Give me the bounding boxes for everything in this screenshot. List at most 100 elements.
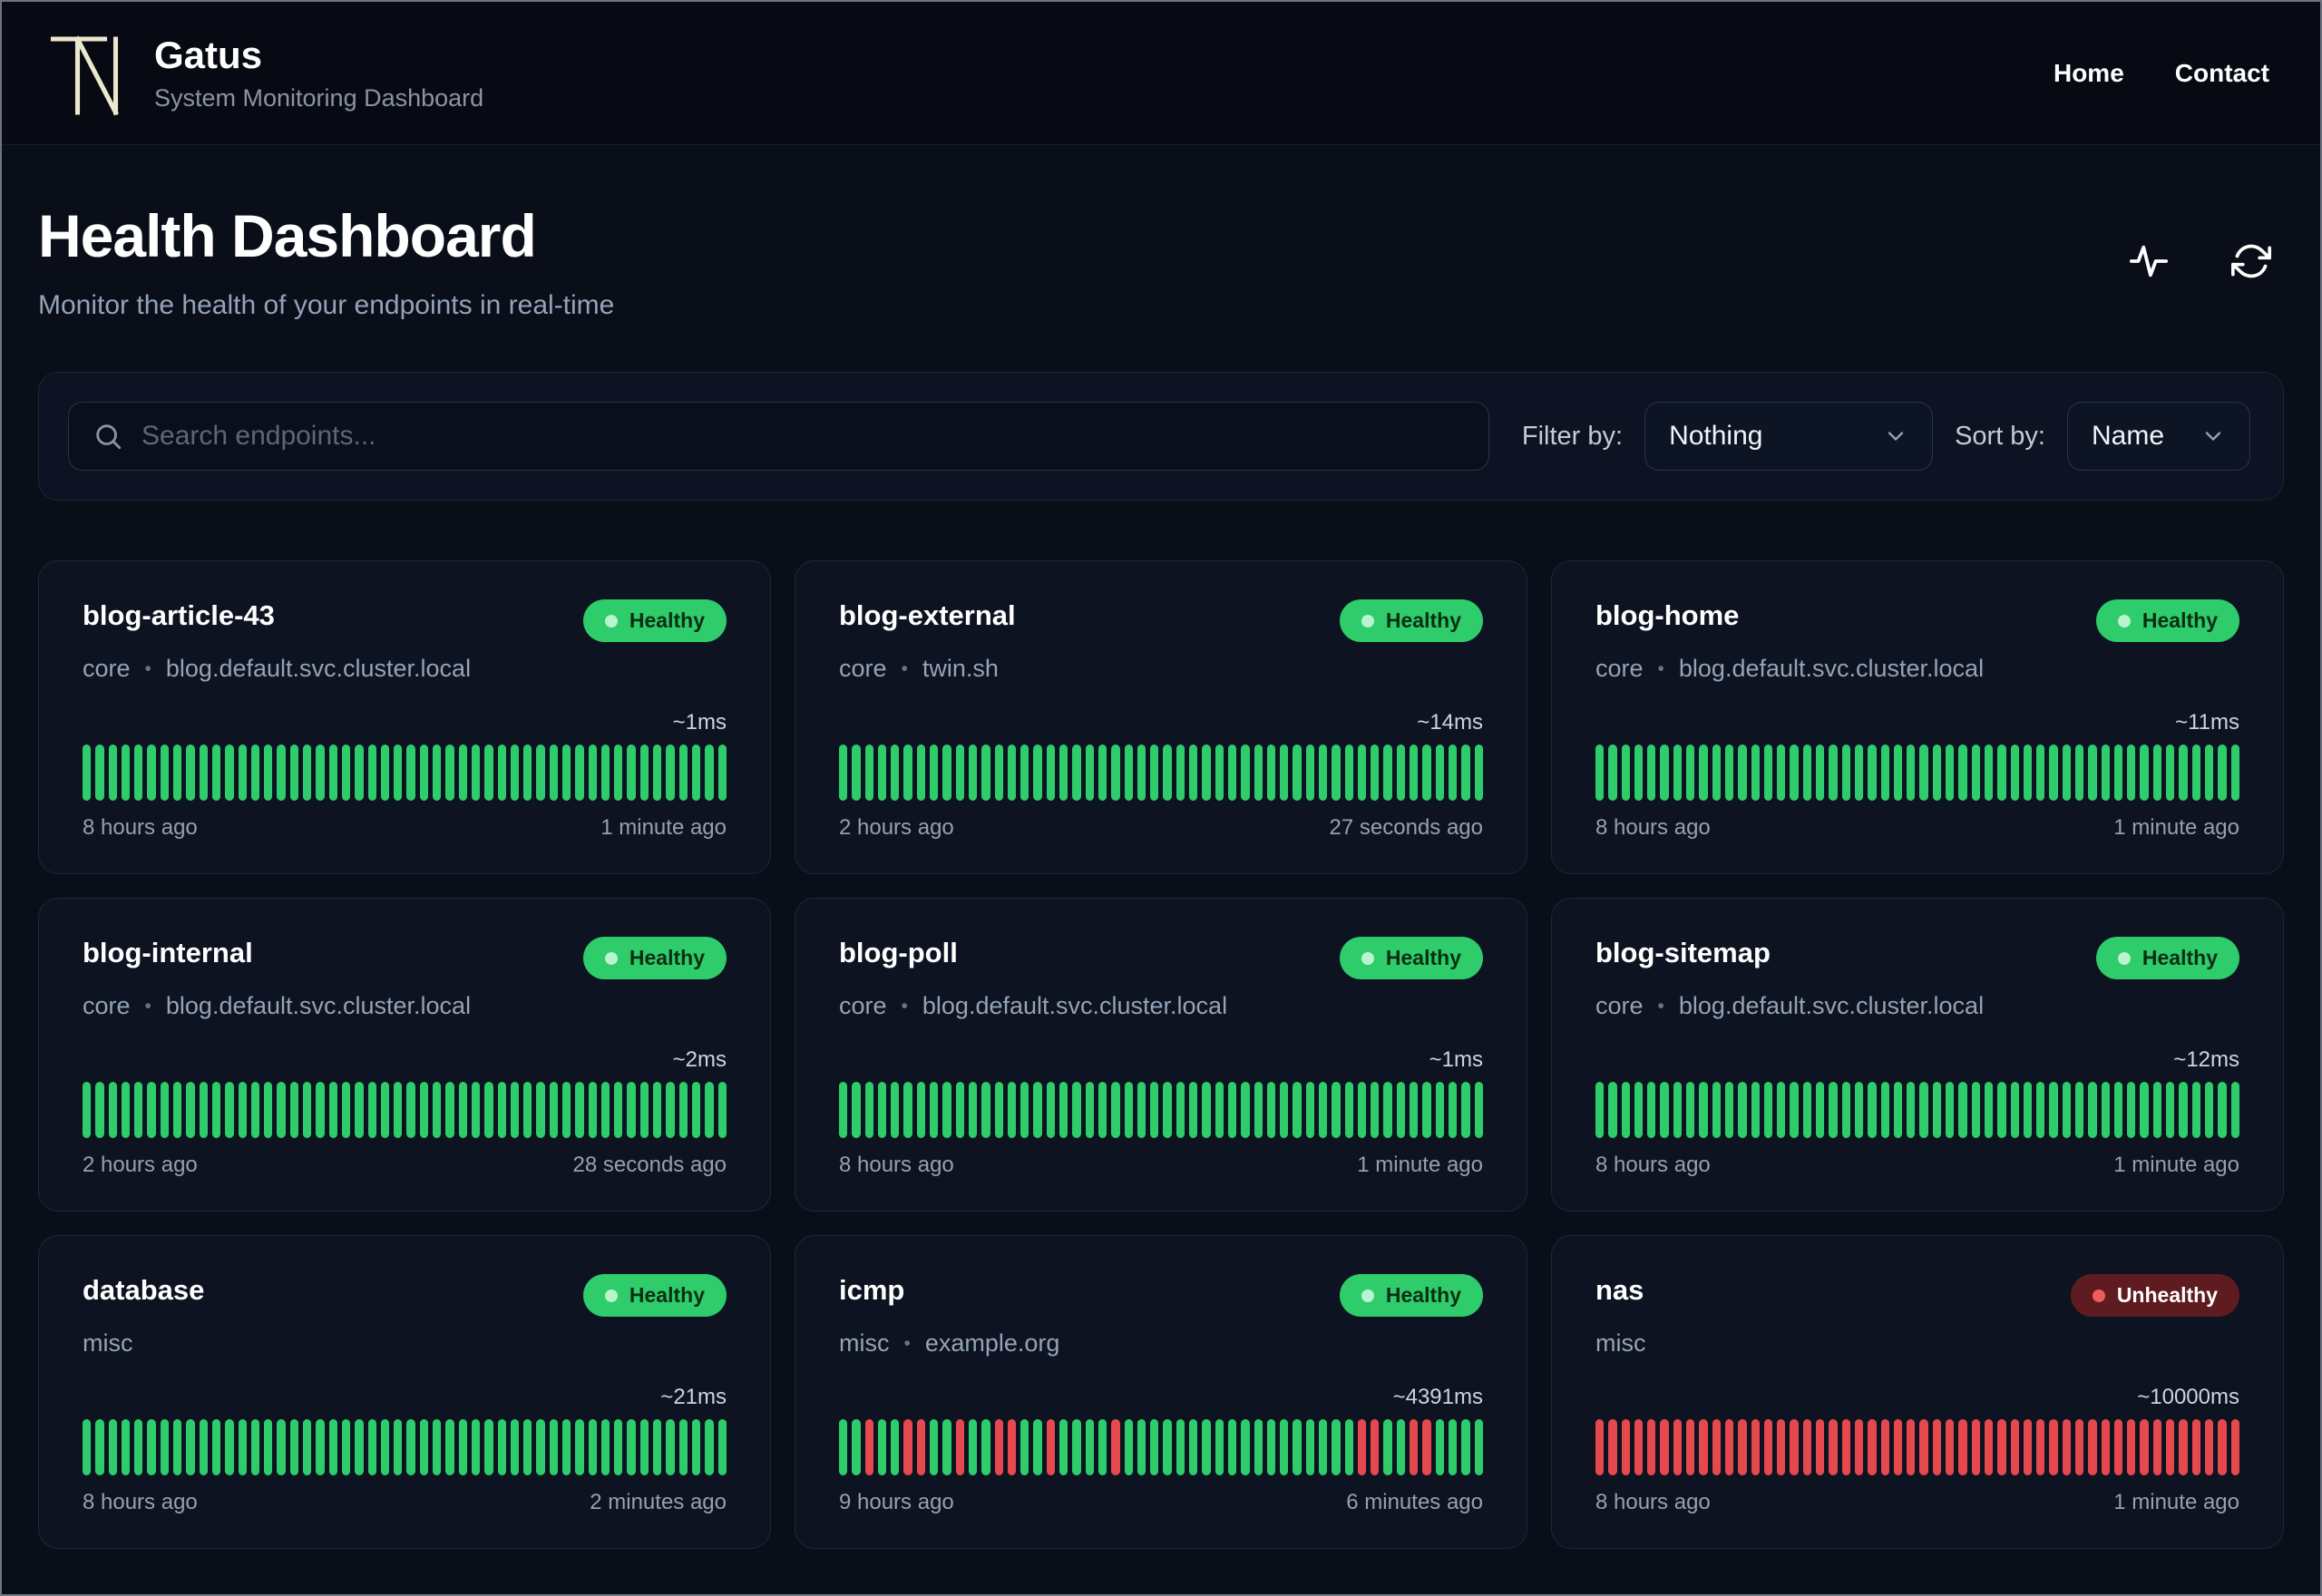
uptime-bar[interactable]: [1344, 744, 1353, 801]
uptime-bar[interactable]: [1699, 1082, 1708, 1138]
uptime-bar[interactable]: [186, 1419, 195, 1475]
uptime-bar[interactable]: [1410, 744, 1419, 801]
uptime-bar[interactable]: [1448, 1082, 1458, 1138]
uptime-bar[interactable]: [1227, 1419, 1237, 1475]
uptime-bar[interactable]: [575, 1082, 584, 1138]
uptime-bar[interactable]: [1699, 744, 1708, 801]
uptime-bar[interactable]: [1608, 1419, 1617, 1475]
uptime-bar[interactable]: [1608, 1082, 1617, 1138]
uptime-bar[interactable]: [2152, 744, 2162, 801]
uptime-bar[interactable]: [277, 744, 286, 801]
uptime-bar[interactable]: [303, 744, 312, 801]
uptime-bar[interactable]: [1318, 1419, 1328, 1475]
uptime-bar[interactable]: [1396, 1419, 1406, 1475]
uptime-bar[interactable]: [523, 744, 532, 801]
uptime-bar[interactable]: [134, 744, 143, 801]
uptime-bar[interactable]: [2191, 1082, 2200, 1138]
uptime-bar[interactable]: [1841, 744, 1850, 801]
uptime-bar[interactable]: [328, 744, 337, 801]
uptime-bar[interactable]: [1266, 1419, 1276, 1475]
uptime-bar[interactable]: [1919, 1082, 1928, 1138]
uptime-bar[interactable]: [289, 744, 299, 801]
uptime-bar[interactable]: [1893, 744, 1903, 801]
uptime-bar[interactable]: [108, 1419, 117, 1475]
uptime-bar[interactable]: [2230, 744, 2239, 801]
uptime-bar[interactable]: [930, 744, 939, 801]
uptime-bar[interactable]: [199, 1082, 208, 1138]
uptime-bar[interactable]: [1880, 1082, 1889, 1138]
uptime-bar[interactable]: [994, 1082, 1003, 1138]
uptime-bar[interactable]: [653, 744, 662, 801]
uptime-bar[interactable]: [225, 1419, 234, 1475]
endpoint-card[interactable]: database Healthy misc ~21ms 8 hours ago …: [38, 1235, 771, 1549]
uptime-bar[interactable]: [497, 1419, 506, 1475]
uptime-bar[interactable]: [1763, 1419, 1773, 1475]
uptime-bar[interactable]: [1647, 744, 1656, 801]
uptime-bar[interactable]: [1124, 1419, 1133, 1475]
uptime-bar[interactable]: [1305, 744, 1314, 801]
uptime-bar[interactable]: [394, 1082, 403, 1138]
uptime-bar[interactable]: [1305, 1082, 1314, 1138]
uptime-bar[interactable]: [1971, 1419, 1980, 1475]
uptime-bar[interactable]: [1777, 1082, 1786, 1138]
uptime-bar[interactable]: [2010, 1419, 2019, 1475]
uptime-bar[interactable]: [1124, 744, 1133, 801]
uptime-bar[interactable]: [639, 744, 649, 801]
uptime-bar[interactable]: [549, 1082, 558, 1138]
uptime-bar[interactable]: [1098, 1082, 1107, 1138]
uptime-bar[interactable]: [1751, 1419, 1760, 1475]
uptime-bar[interactable]: [968, 744, 978, 801]
uptime-bar[interactable]: [1033, 1419, 1042, 1475]
uptime-bar[interactable]: [1227, 744, 1237, 801]
uptime-bar[interactable]: [250, 1082, 260, 1138]
uptime-bar[interactable]: [1410, 1419, 1419, 1475]
uptime-bar[interactable]: [83, 744, 92, 801]
uptime-bar[interactable]: [2023, 1082, 2033, 1138]
uptime-bar[interactable]: [1254, 744, 1263, 801]
uptime-bar[interactable]: [2204, 1419, 2214, 1475]
uptime-bar[interactable]: [2179, 1082, 2188, 1138]
uptime-bar[interactable]: [1461, 1082, 1470, 1138]
uptime-bar[interactable]: [561, 1082, 571, 1138]
uptime-bar[interactable]: [955, 744, 964, 801]
uptime-bar[interactable]: [471, 744, 481, 801]
uptime-bar[interactable]: [2191, 744, 2200, 801]
uptime-bar[interactable]: [1371, 1082, 1380, 1138]
uptime-bar[interactable]: [497, 744, 506, 801]
uptime-bar[interactable]: [942, 1419, 951, 1475]
uptime-bar[interactable]: [1241, 1082, 1250, 1138]
uptime-bar[interactable]: [341, 1419, 351, 1475]
uptime-bar[interactable]: [419, 1419, 429, 1475]
uptime-bar[interactable]: [1946, 1082, 1955, 1138]
uptime-bar[interactable]: [406, 1082, 415, 1138]
uptime-bar[interactable]: [95, 1419, 104, 1475]
uptime-bar[interactable]: [1816, 744, 1825, 801]
uptime-bar[interactable]: [445, 1082, 454, 1138]
uptime-bar[interactable]: [83, 1419, 92, 1475]
uptime-bar[interactable]: [1357, 1082, 1367, 1138]
uptime-bar[interactable]: [1435, 744, 1444, 801]
uptime-bar[interactable]: [186, 744, 195, 801]
uptime-bar[interactable]: [2023, 744, 2033, 801]
uptime-bar[interactable]: [1163, 1082, 1172, 1138]
uptime-bar[interactable]: [380, 744, 390, 801]
uptime-bar[interactable]: [367, 1082, 376, 1138]
uptime-bar[interactable]: [121, 744, 131, 801]
uptime-bar[interactable]: [1085, 1419, 1094, 1475]
uptime-bar[interactable]: [406, 1419, 415, 1475]
uptime-bar[interactable]: [1215, 1082, 1224, 1138]
uptime-bar[interactable]: [134, 1419, 143, 1475]
uptime-bar[interactable]: [238, 744, 247, 801]
uptime-bar[interactable]: [614, 1082, 623, 1138]
uptime-bar[interactable]: [1280, 1419, 1289, 1475]
uptime-bar[interactable]: [1033, 1082, 1042, 1138]
uptime-bar[interactable]: [1098, 744, 1107, 801]
uptime-bar[interactable]: [303, 1419, 312, 1475]
uptime-bar[interactable]: [561, 1419, 571, 1475]
uptime-bar[interactable]: [277, 1082, 286, 1138]
uptime-bar[interactable]: [588, 1082, 597, 1138]
uptime-bar[interactable]: [942, 744, 951, 801]
uptime-bar[interactable]: [864, 1419, 873, 1475]
uptime-bar[interactable]: [994, 744, 1003, 801]
nav-contact[interactable]: Contact: [2175, 59, 2269, 88]
